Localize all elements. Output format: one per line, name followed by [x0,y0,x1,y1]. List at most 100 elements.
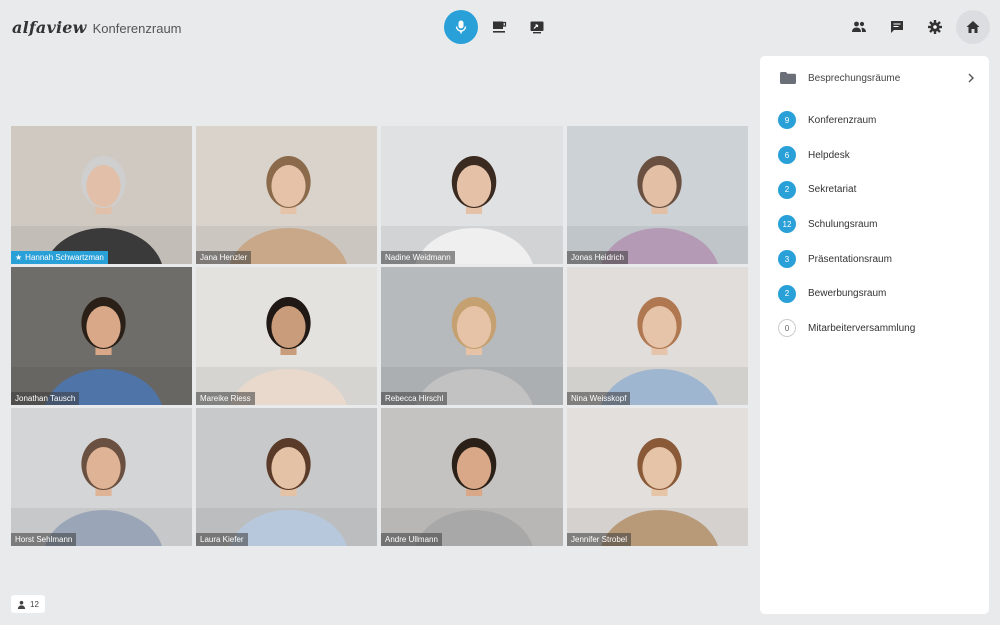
room-name: Mitarbeiterversammlung [808,322,916,334]
room-item[interactable]: 6 Helpdesk [778,138,978,173]
room-participant-count: 0 [778,319,796,338]
room-item[interactable]: 3 Präsentationsraum [778,242,978,277]
room-name: Präsentationsraum [808,253,892,265]
room-name: Sekretariat [808,184,857,196]
participant-name: Jonas Heidrich [571,253,624,262]
room-participant-count: 2 [778,284,796,303]
participant-name-tag: Jennifer Strobel [567,533,632,546]
participant-name: Laura Kiefer [200,535,244,544]
top-bar: alfaview Konferenzraum [0,0,1000,55]
participant-name-tag: Nadine Weidmann [381,251,455,264]
home-button[interactable] [956,10,990,44]
screen-share-icon [530,21,544,34]
participant-video [11,267,192,405]
participant-video [381,267,563,405]
participant-video [567,126,748,264]
room-participant-count: 3 [778,250,796,269]
app-logo: alfaview [12,18,87,37]
microphone-icon [455,20,467,34]
participant-name-tag: Jonas Heidrich [567,251,628,264]
room-participant-count: 6 [778,146,796,165]
video-tile[interactable]: Laura Kiefer [196,408,377,546]
participant-video [196,267,377,405]
participant-video [567,408,748,546]
app-controls [842,10,990,44]
participant-name: Andre Ullmann [385,535,438,544]
video-tile[interactable]: Jonas Heidrich [567,126,748,264]
room-item[interactable]: 2 Sekretariat [778,172,978,207]
room-name: Bewerbungsraum [808,288,887,300]
home-icon [966,21,980,33]
participant-name: Jennifer Strobel [571,535,628,544]
room-participant-count: 9 [778,111,796,130]
room-name: Konferenzraum [808,114,877,126]
folder-icon [780,72,796,84]
meeting-rooms-panel: Besprechungsräume 9 Konferenzraum 6 Help… [760,56,989,614]
room-participant-count: 2 [778,180,796,199]
video-tile[interactable]: Mareike Riess [196,267,377,405]
participants-icon [852,21,866,32]
participant-name-tag: Jonathan Tausch [11,392,80,405]
video-tile[interactable]: Jennifer Strobel [567,408,748,546]
video-tile[interactable]: Nadine Weidmann [381,126,563,264]
coffee-break-button[interactable] [482,10,516,44]
room-item[interactable]: 2 Bewerbungsraum [778,276,978,311]
meeting-rooms-title: Besprechungsräume [808,72,901,84]
participant-name: Jonathan Tausch [15,394,76,403]
participant-name-tag: Laura Kiefer [196,533,248,546]
participant-video [196,408,377,546]
participant-name-tag: Nina Weisskopf [567,392,631,405]
participant-name: Mareike Riess [200,394,251,403]
room-item[interactable]: 0 Mitarbeiterversammlung [778,311,978,346]
room-title: Konferenzraum [92,21,182,36]
settings-gear-icon [928,20,942,34]
room-item[interactable]: 12 Schulungsraum [778,207,978,242]
room-participant-count: 12 [778,215,796,234]
participant-name: Jana Henzler [200,253,248,262]
participant-name-tag: Mareike Riess [196,392,255,405]
coffee-break-icon [493,21,507,33]
room-name: Helpdesk [808,149,850,161]
participant-video [11,408,192,546]
person-icon [17,600,26,609]
participant-video [11,126,192,264]
microphone-button[interactable] [444,10,478,44]
room-name: Schulungsraum [808,218,878,230]
video-tile[interactable]: Jana Henzler [196,126,377,264]
chevron-right-icon [968,73,974,83]
participant-video [381,126,563,264]
video-tile[interactable]: Jonathan Tausch [11,267,192,405]
participant-name-tag: Horst Sehlmann [11,533,77,546]
participant-name-tag: Rebecca Hirschl [381,392,448,405]
participant-name: Rebecca Hirschl [385,394,444,403]
participant-video [196,126,377,264]
video-tile[interactable]: Nina Weisskopf [567,267,748,405]
media-controls [444,10,554,44]
settings-button[interactable] [918,10,952,44]
participant-count: 12 [30,599,39,609]
meeting-rooms-header[interactable]: Besprechungsräume [780,72,975,84]
participant-name-tag: Andre Ullmann [381,533,442,546]
video-grid: ★ Hannah Schwartzman Jana Henzler Nadine … [11,126,748,546]
chat-button[interactable] [880,10,914,44]
chat-icon [891,21,903,33]
video-tile[interactable]: Horst Sehlmann [11,408,192,546]
room-item[interactable]: 9 Konferenzraum [778,103,978,138]
video-tile[interactable]: Andre Ullmann [381,408,563,546]
participant-name: Nadine Weidmann [385,253,451,262]
participant-name: Hannah Schwartzman [25,253,104,262]
video-tile-active-speaker[interactable]: ★ Hannah Schwartzman [11,126,192,264]
star-icon: ★ [15,253,23,262]
participant-name-tag: ★ Hannah Schwartzman [11,251,108,264]
participant-name: Nina Weisskopf [571,394,627,403]
participant-name: Horst Sehlmann [15,535,73,544]
participant-name-tag: Jana Henzler [196,251,252,264]
room-list: 9 Konferenzraum 6 Helpdesk 2 Sekretariat… [778,103,978,346]
participant-video [567,267,748,405]
participant-video [381,408,563,546]
screen-share-button[interactable] [520,10,554,44]
participant-count-badge[interactable]: 12 [11,595,45,613]
participants-button[interactable] [842,10,876,44]
video-tile[interactable]: Rebecca Hirschl [381,267,563,405]
brand: alfaview Konferenzraum [12,18,182,37]
